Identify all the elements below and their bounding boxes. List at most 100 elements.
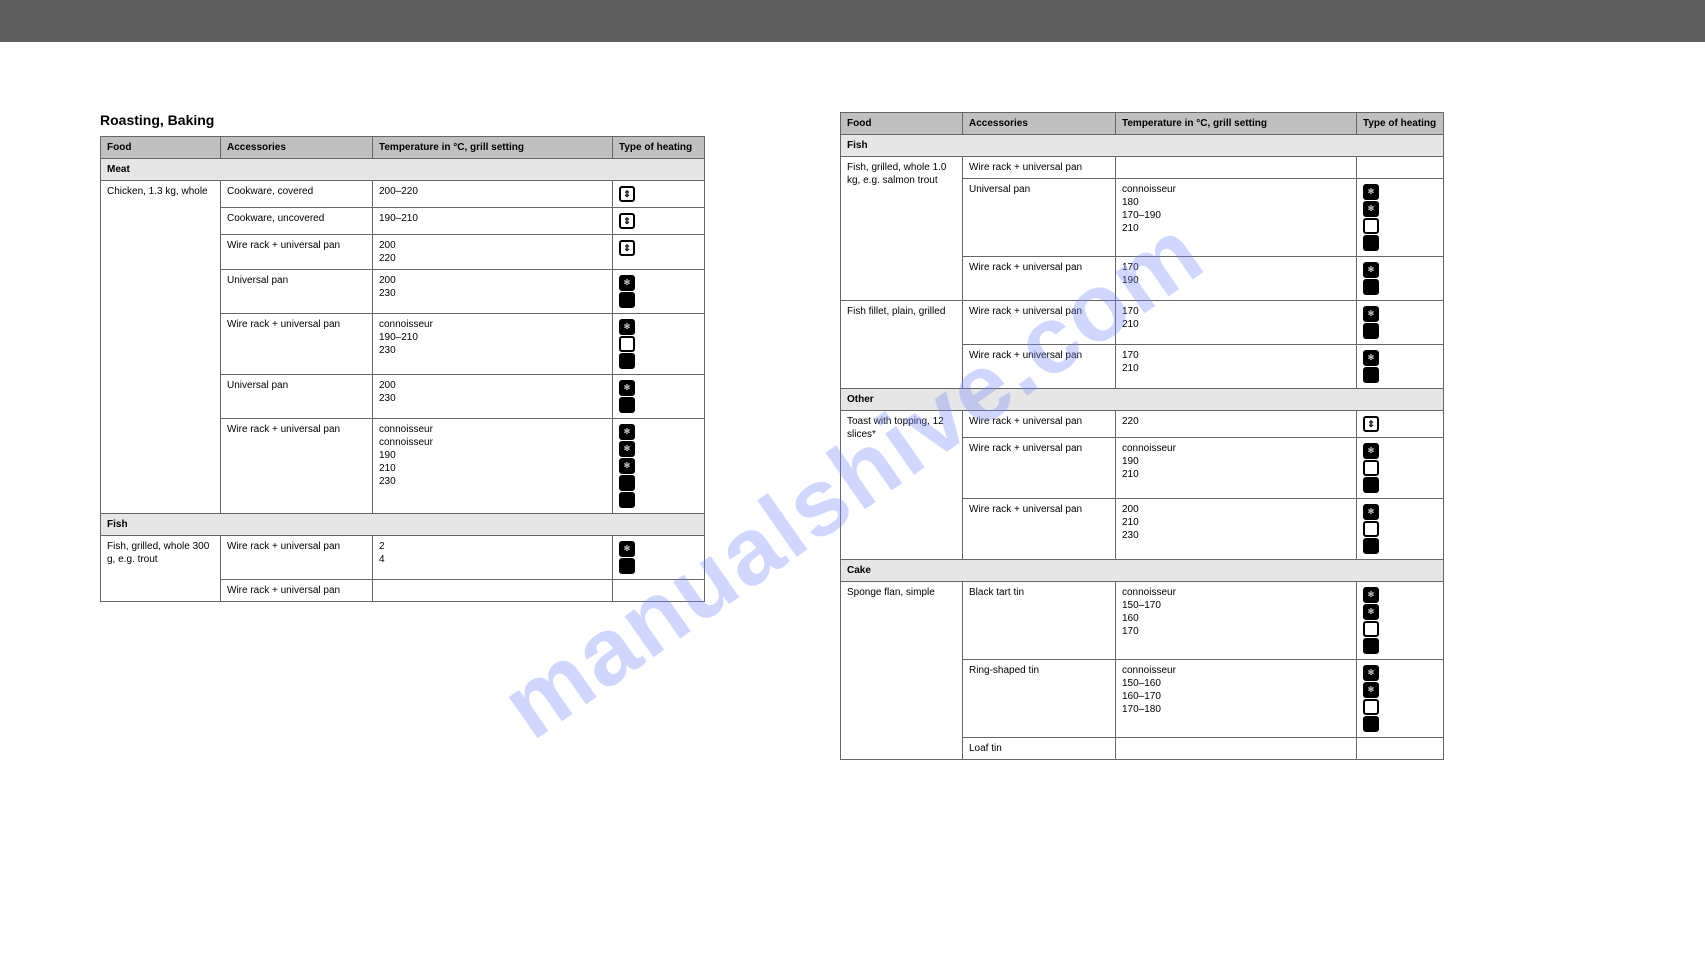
accessory-cell: Cookware, uncovered bbox=[221, 208, 373, 235]
heating-type-cell bbox=[1357, 257, 1444, 301]
accessory-cell: Wire rack + universal pan bbox=[963, 411, 1116, 438]
outline-square-icon bbox=[1363, 699, 1379, 715]
heating-type-cell bbox=[613, 580, 705, 602]
heating-type-cell bbox=[1357, 157, 1444, 179]
solid-square-icon bbox=[619, 492, 635, 508]
fan-icon bbox=[1363, 350, 1379, 366]
food-cell: Sponge flan, simple bbox=[841, 582, 963, 760]
heating-type-cell bbox=[1357, 301, 1444, 345]
heating-type-cell bbox=[1357, 660, 1444, 738]
solid-square-icon bbox=[1363, 638, 1379, 654]
variable-icon bbox=[619, 186, 635, 202]
accessory-cell: Wire rack + universal pan bbox=[221, 235, 373, 270]
accessory-cell: Wire rack + universal pan bbox=[963, 157, 1116, 179]
accessory-cell: Wire rack + universal pan bbox=[963, 345, 1116, 389]
fan-icon bbox=[619, 458, 635, 474]
accessory-cell: Wire rack + universal pan bbox=[221, 580, 373, 602]
accessory-cell: Wire rack + universal pan bbox=[963, 301, 1116, 345]
accessory-cell: Universal pan bbox=[221, 375, 373, 419]
col-head: Food bbox=[841, 113, 963, 135]
temperature-cell bbox=[373, 580, 613, 602]
solid-square-icon bbox=[619, 292, 635, 308]
temperature-cell bbox=[1116, 738, 1357, 760]
variable-icon bbox=[1363, 416, 1379, 432]
temperature-cell: connoisseur 180 170–190 210 bbox=[1116, 179, 1357, 257]
outline-square-icon bbox=[1363, 460, 1379, 476]
fan-icon bbox=[1363, 665, 1379, 681]
temperature-cell: 170 210 bbox=[1116, 301, 1357, 345]
col-head: Temperature in °C, grill setting bbox=[1116, 113, 1357, 135]
fan-icon bbox=[619, 424, 635, 440]
accessory-cell: Wire rack + universal pan bbox=[963, 257, 1116, 301]
outline-square-icon bbox=[1363, 521, 1379, 537]
temperature-cell: 2 4 bbox=[373, 536, 613, 580]
solid-square-icon bbox=[1363, 367, 1379, 383]
heating-type-cell bbox=[613, 419, 705, 514]
outline-square-icon bbox=[619, 336, 635, 352]
col-head: Type of heating bbox=[1357, 113, 1444, 135]
fan-icon bbox=[619, 319, 635, 335]
heating-type-cell bbox=[613, 208, 705, 235]
outline-square-icon bbox=[1363, 621, 1379, 637]
temperature-cell: 220 bbox=[1116, 411, 1357, 438]
solid-square-icon bbox=[1363, 279, 1379, 295]
temperature-cell: connoisseur 190–210 230 bbox=[373, 314, 613, 375]
accessory-cell: Universal pan bbox=[221, 270, 373, 314]
col-head: Accessories bbox=[963, 113, 1116, 135]
heating-type-cell bbox=[1357, 179, 1444, 257]
section-header: Meat bbox=[101, 159, 705, 181]
col-head: Temperature in °C, grill setting bbox=[373, 137, 613, 159]
col-head: Food bbox=[101, 137, 221, 159]
variable-icon bbox=[619, 240, 635, 256]
solid-square-icon bbox=[619, 558, 635, 574]
heating-type-cell bbox=[613, 270, 705, 314]
solid-square-icon bbox=[619, 397, 635, 413]
temperature-cell bbox=[1116, 157, 1357, 179]
temperature-cell: connoisseur 150–170 160 170 bbox=[1116, 582, 1357, 660]
solid-square-icon bbox=[1363, 477, 1379, 493]
heating-type-cell bbox=[613, 314, 705, 375]
temperature-cell: 200 220 bbox=[373, 235, 613, 270]
fan-icon bbox=[1363, 443, 1379, 459]
food-cell: Fish, grilled, whole 1.0 kg, e.g. salmon… bbox=[841, 157, 963, 301]
food-cell: Fish, grilled, whole 300 g, e.g. trout bbox=[101, 536, 221, 602]
food-cell: Fish fillet, plain, grilled bbox=[841, 301, 963, 389]
fan-icon bbox=[619, 441, 635, 457]
accessory-cell: Wire rack + universal pan bbox=[221, 536, 373, 580]
left-table: Food Accessories Temperature in °C, gril… bbox=[100, 136, 705, 602]
right-table: Food Accessories Temperature in °C, gril… bbox=[840, 112, 1444, 760]
accessory-cell: Cookware, covered bbox=[221, 181, 373, 208]
solid-square-icon bbox=[619, 353, 635, 369]
heating-type-cell bbox=[1357, 499, 1444, 560]
section-header: Fish bbox=[841, 135, 1444, 157]
temperature-cell: 200 210 230 bbox=[1116, 499, 1357, 560]
left-heading: Roasting, Baking bbox=[100, 112, 704, 128]
fan-icon bbox=[619, 541, 635, 557]
temperature-cell: 170 210 bbox=[1116, 345, 1357, 389]
accessory-cell: Universal pan bbox=[963, 179, 1116, 257]
fan-icon bbox=[1363, 262, 1379, 278]
col-head: Accessories bbox=[221, 137, 373, 159]
fan-icon bbox=[1363, 306, 1379, 322]
food-cell: Chicken, 1.3 kg, whole bbox=[101, 181, 221, 514]
accessory-cell: Wire rack + universal pan bbox=[963, 438, 1116, 499]
accessory-cell: Wire rack + universal pan bbox=[221, 314, 373, 375]
accessory-cell: Wire rack + universal pan bbox=[963, 499, 1116, 560]
accessory-cell: Wire rack + universal pan bbox=[221, 419, 373, 514]
solid-square-icon bbox=[1363, 323, 1379, 339]
heating-type-cell bbox=[613, 181, 705, 208]
solid-square-icon bbox=[1363, 716, 1379, 732]
temperature-cell: connoisseur 150–160 160–170 170–180 bbox=[1116, 660, 1357, 738]
right-column: Food Accessories Temperature in °C, gril… bbox=[840, 112, 1443, 760]
temperature-cell: connoisseur connoisseur 190 210 230 bbox=[373, 419, 613, 514]
heating-type-cell bbox=[613, 235, 705, 270]
fan-icon bbox=[1363, 604, 1379, 620]
page-content: Roasting, Baking Food Accessories Temper… bbox=[0, 42, 1705, 760]
fan-icon bbox=[619, 380, 635, 396]
heating-type-cell bbox=[613, 375, 705, 419]
temperature-cell: connoisseur 190 210 bbox=[1116, 438, 1357, 499]
accessory-cell: Black tart tin bbox=[963, 582, 1116, 660]
accessory-cell: Loaf tin bbox=[963, 738, 1116, 760]
temperature-cell: 200 230 bbox=[373, 375, 613, 419]
section-header: Other bbox=[841, 389, 1444, 411]
